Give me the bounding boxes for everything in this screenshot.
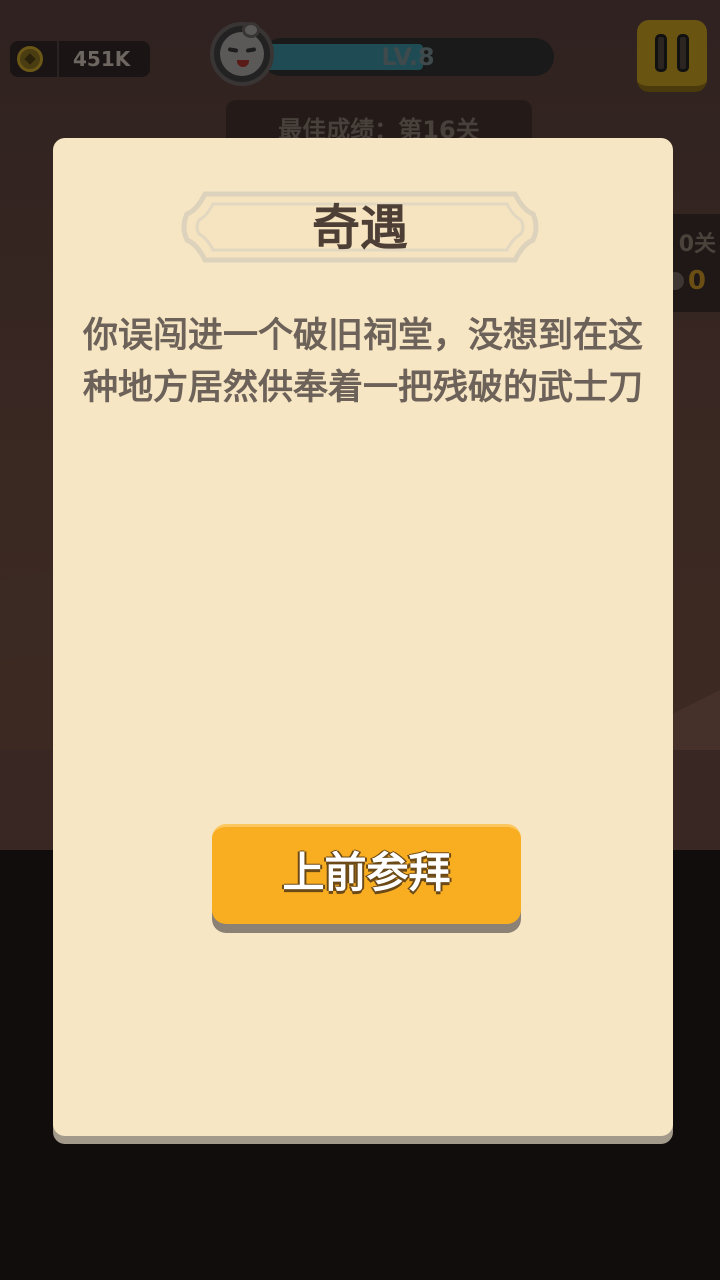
coin-value: 451K — [73, 47, 131, 71]
level-progress-bar: LV.8 — [262, 38, 554, 76]
ninja-face-icon — [220, 22, 264, 76]
pause-icon — [655, 34, 667, 72]
dialog-title: 奇遇 — [311, 200, 408, 256]
pause-button[interactable] — [637, 20, 707, 92]
worship-button-label: 上前参拜 — [282, 848, 451, 897]
worship-button[interactable]: 上前参拜 — [212, 824, 521, 924]
level-label: LV.8 — [381, 43, 435, 71]
coin-divider — [57, 41, 59, 77]
side-stage-label: 0关 — [678, 232, 716, 257]
title-banner: 奇遇 — [177, 186, 543, 268]
coin-icon — [17, 46, 43, 72]
player-avatar[interactable] — [210, 22, 274, 86]
encounter-dialog: 奇遇 你误闯进一个破旧祠堂，没想到在这种地方居然供奉着一把残破的武士刀 上前参拜 — [53, 138, 673, 1136]
coin-counter: 451K — [10, 41, 150, 77]
side-stage-count: 0 — [687, 266, 706, 296]
encounter-story: 你误闯进一个破旧祠堂，没想到在这种地方居然供奉着一把残破的武士刀 — [82, 316, 643, 408]
